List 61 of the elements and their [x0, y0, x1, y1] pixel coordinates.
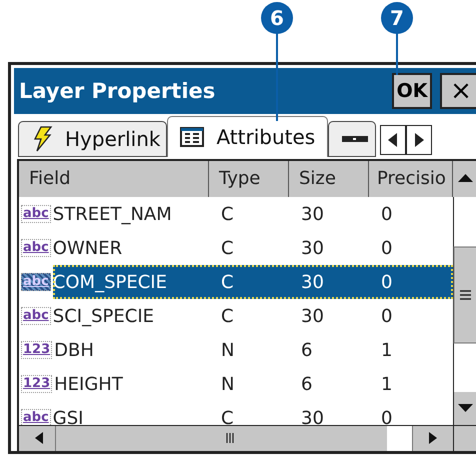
table-cell: COM_SPECIE — [52, 272, 167, 292]
field-type-icon: abc — [21, 307, 51, 325]
table-cell: 1 — [381, 340, 392, 360]
field-type-icon: abc — [21, 409, 51, 425]
table-cell: C — [221, 408, 234, 425]
table-cell: SCI_SPECIE — [52, 306, 154, 326]
scroll-right-button[interactable] — [406, 125, 432, 155]
table-cell: OWNER — [52, 238, 122, 258]
table-cell: C — [221, 238, 234, 258]
column-header[interactable]: Size — [289, 161, 369, 197]
table-cell: C — [221, 272, 234, 292]
callout-badge: 7 — [381, 2, 413, 34]
table-row[interactable]: abc OWNER C 30 0 — [19, 231, 453, 265]
ok-button[interactable]: OK — [392, 73, 432, 109]
close-button[interactable]: × — [440, 73, 476, 109]
table-cell: 0 — [381, 238, 392, 258]
table-cell: 6 — [301, 374, 312, 394]
tab[interactable] — [328, 121, 376, 157]
callout-badge: 6 — [261, 2, 293, 34]
table-cell: 30 — [301, 238, 324, 258]
table-cell: 30 — [301, 306, 324, 326]
table-cell: 0 — [381, 408, 392, 425]
field-type-icon: 123 — [21, 341, 52, 359]
table-cell: 0 — [381, 306, 392, 326]
table-cell: STREET_NAM — [52, 204, 172, 224]
table-cell: 1 — [381, 374, 392, 394]
table-row[interactable]: abc SCI_SPECIE C 30 0 — [19, 299, 453, 333]
table-cell: C — [221, 306, 234, 326]
selected-row[interactable]: abc COM_SPECIE C 30 0 — [19, 265, 453, 299]
table-icon — [180, 126, 204, 148]
table-cell: N — [221, 340, 234, 360]
table-cell: 6 — [301, 340, 312, 360]
column-header[interactable]: Type — [209, 161, 289, 197]
table-row[interactable]: 123 HEIGHT N 6 1 — [19, 367, 453, 401]
field-type-icon: 123 — [21, 375, 52, 393]
table-row[interactable]: abc STREET_NAM C 30 0 — [19, 197, 453, 231]
vertical-scrollbar[interactable] — [453, 197, 476, 425]
tab[interactable]: Attributes — [167, 116, 328, 157]
table-cell: N — [221, 374, 234, 394]
scroll-left-button[interactable] — [380, 125, 406, 155]
table-cell: 30 — [301, 272, 324, 292]
table-cell: 0 — [381, 204, 392, 224]
column-header[interactable]: Field — [19, 161, 209, 197]
window-title: Layer Properties — [19, 79, 216, 103]
table-cell: HEIGHT — [54, 374, 123, 394]
leader-line — [396, 33, 398, 75]
table-cell: 0 — [381, 272, 392, 292]
tab[interactable]: Hyperlink — [18, 121, 168, 157]
field-type-icon: abc — [21, 239, 51, 257]
bar-icon — [341, 134, 370, 144]
table-cell: GSI — [52, 408, 84, 425]
tab-label: Hyperlink — [65, 127, 160, 151]
table-cell: DBH — [54, 340, 94, 360]
table-row[interactable]: 123 DBH N 6 1 — [19, 333, 453, 367]
table-cell: 30 — [301, 204, 324, 224]
field-type-icon: abc — [21, 205, 51, 223]
table-cell: 30 — [301, 408, 324, 425]
table-cell: C — [221, 204, 234, 224]
lightning-icon — [31, 126, 53, 152]
tab-label: Attributes — [216, 125, 316, 149]
field-type-icon: abc — [21, 273, 51, 291]
